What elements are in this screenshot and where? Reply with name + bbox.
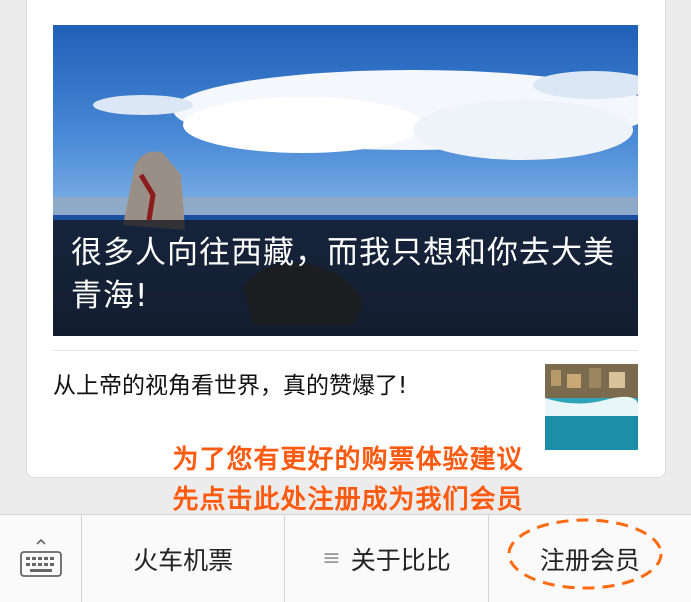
divider: [53, 350, 638, 351]
menu-item-register[interactable]: 注册会员: [489, 515, 691, 602]
menu-item-label: 火车机票: [133, 545, 234, 575]
article-title[interactable]: 从上帝的视角看世界，真的赞爆了!: [53, 368, 493, 404]
keyboard-toggle-button[interactable]: [0, 515, 82, 602]
menu-item-train-tickets[interactable]: 火车机票: [82, 515, 286, 602]
menu-item-label: 关于比比: [350, 545, 451, 575]
thumbnail-image: [545, 364, 638, 450]
menu-item-label: 注册会员: [539, 545, 640, 575]
article-thumbnail[interactable]: [545, 364, 638, 450]
register-hint: 为了您有更好的购票体验建议 先点击此处注册成为我们会员: [138, 440, 558, 520]
register-hint-line1: 为了您有更好的购票体验建议: [172, 445, 524, 475]
hero-article[interactable]: 很多人向往西藏，而我只想和你去大美青海!: [53, 25, 638, 336]
keyboard-icon: [19, 538, 62, 577]
hero-caption: 很多人向往西藏，而我只想和你去大美青海!: [53, 220, 638, 336]
submenu-icon: ≡: [322, 546, 341, 571]
bottom-menu-bar: 火车机票 ≡ 关于比比 注册会员: [0, 514, 691, 602]
menu-item-about[interactable]: ≡ 关于比比: [285, 515, 489, 602]
